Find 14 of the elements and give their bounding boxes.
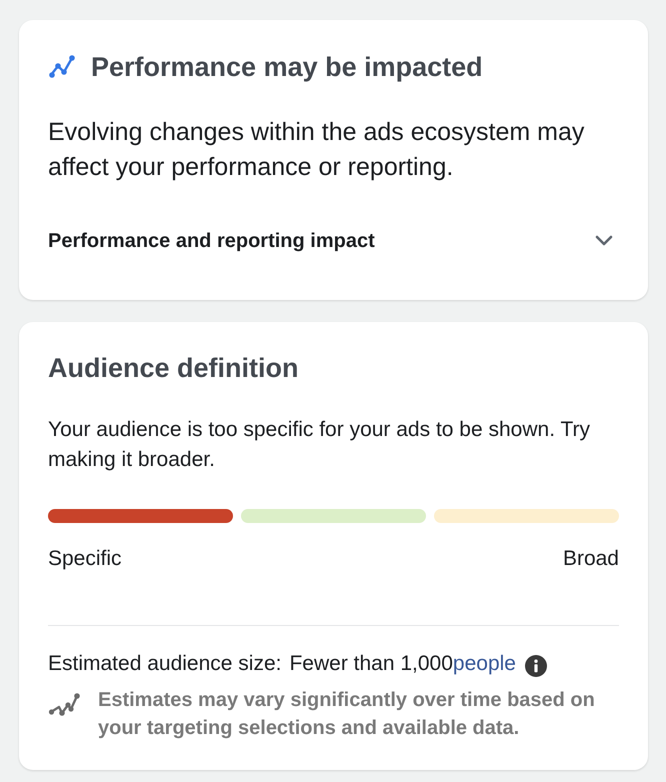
specific-label: Specific [48,547,122,571]
card-body-text: Evolving changes within the ads ecosystem may affect your performance or reporting. [48,117,586,183]
estimate-note: Estimates may vary significantly over time based on your targeting selections and available data. [98,688,596,741]
impact-disclosure-button[interactable]: Performance and reporting impact [48,229,619,253]
info-icon[interactable] [524,655,547,677]
audience-message: Your audience is too specific for your ads to be shown. Try making it broader. [48,417,592,473]
estimate-label: Estimated audience size: [48,652,282,676]
card-title: Performance may be impacted [91,52,483,82]
chevron-icon [595,235,613,247]
card-title: Audience definition [48,352,300,384]
estimate-value: Fewer than 1,000 [289,652,453,676]
trend-line-icon [48,692,80,718]
broad-label: Broad [562,547,619,571]
people-link[interactable]: people [452,652,516,676]
